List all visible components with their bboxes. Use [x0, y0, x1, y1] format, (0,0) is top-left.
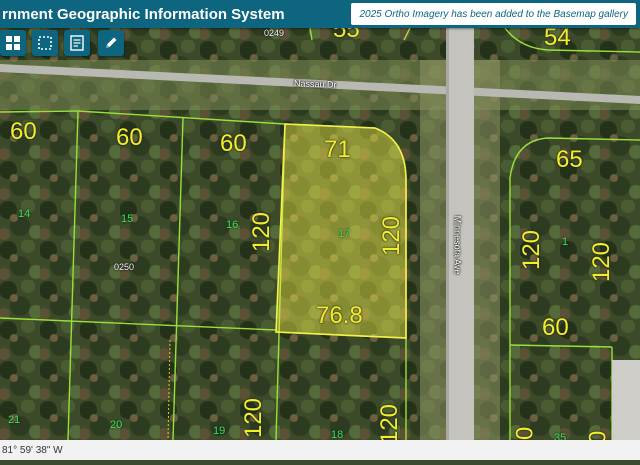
dimension-label: 120 [518, 229, 546, 271]
map-view[interactable]: Nassau Dr Minnesota Ave 0249 0250 14 15 … [0, 0, 640, 460]
lot-number: 19 [213, 425, 226, 437]
map-toolbar [0, 28, 640, 58]
pencil-icon [106, 37, 117, 48]
announcement-banner[interactable]: 2025 Ortho Imagery has been added to the… [351, 3, 636, 25]
notes-button[interactable] [64, 30, 90, 56]
app-title: rnment Geographic Information System [2, 5, 285, 23]
dimension-label: 60 [116, 124, 143, 151]
dimension-label: 120 [248, 211, 276, 253]
dimension-label: 120 [376, 403, 404, 445]
lot-number: 15 [121, 213, 134, 225]
app-header: rnment Geographic Information System 202… [0, 0, 640, 28]
select-box-icon [38, 36, 52, 50]
grid-icon [6, 36, 20, 50]
draw-button[interactable] [98, 30, 124, 56]
street-label-nassau: Nassau Dr [293, 78, 337, 90]
select-button[interactable] [32, 30, 58, 56]
lot-number: 20 [110, 419, 123, 431]
parcel-code: 0250 [114, 262, 135, 272]
dimension-label: 120 [588, 241, 616, 283]
dimension-label: 120 [378, 215, 406, 257]
lot-number: 17 [338, 228, 351, 240]
dimension-label: 60 [542, 314, 569, 341]
notes-icon [70, 35, 84, 51]
dimension-label: 76.8 [316, 302, 363, 329]
lot-number: 21 [8, 414, 21, 426]
lot-number: 14 [18, 208, 31, 220]
dimension-label: 65 [556, 146, 583, 173]
lot-number: 16 [226, 219, 239, 231]
basemap-gallery-button[interactable] [0, 30, 26, 56]
street-label-minnesota: Minnesota Ave [452, 215, 463, 275]
dimension-label: 60 [10, 118, 37, 145]
lot-number: 1 [562, 236, 569, 248]
dimension-label: 71 [324, 136, 351, 163]
dimension-label: 120 [240, 397, 268, 439]
dimension-label: 60 [220, 130, 247, 157]
coordinate-readout: 81° 59' 38" W [0, 440, 640, 460]
coordinate-text: 81° 59' 38" W [2, 444, 63, 456]
